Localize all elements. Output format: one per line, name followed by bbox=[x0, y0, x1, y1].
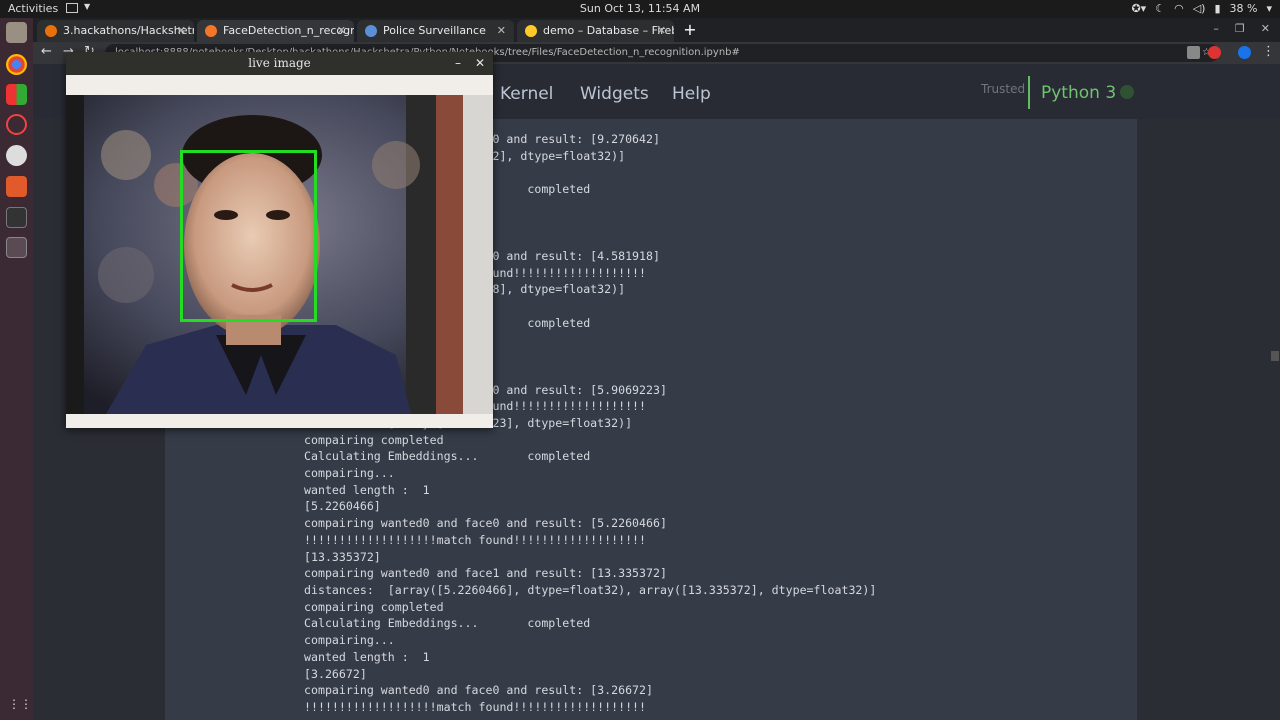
output-line: compairing... bbox=[304, 466, 395, 481]
battery-icon: ▮ bbox=[1214, 2, 1221, 15]
close-window-icon[interactable]: ✕ bbox=[1261, 22, 1270, 35]
system-tray[interactable]: ✪▾ ☾ ◠ ◁) ▮ 38 % ▾ bbox=[1131, 2, 1272, 15]
divider bbox=[1028, 76, 1030, 109]
wifi-icon: ◠ bbox=[1174, 2, 1184, 15]
output-line: compairing wanted0 and face0 and result:… bbox=[304, 516, 667, 531]
new-tab-button[interactable]: + bbox=[681, 21, 699, 39]
output-line: compairing... bbox=[304, 633, 395, 648]
window-title: live image bbox=[248, 56, 311, 70]
tab-title: 3.hackathons/Hackshetra bbox=[63, 24, 194, 37]
close-tab-icon[interactable]: ✕ bbox=[337, 20, 346, 42]
close-tab-icon[interactable]: ✕ bbox=[177, 20, 186, 42]
output-line: !!!!!!!!!!!!!!!!!!!match found!!!!!!!!!!… bbox=[304, 532, 647, 547]
face-detection-box bbox=[180, 150, 317, 322]
live-image-window: live image – ✕ bbox=[66, 52, 493, 428]
output-line: wanted length : 1 bbox=[304, 482, 430, 497]
volume-icon: ◁) bbox=[1192, 2, 1206, 15]
settings-gear-icon[interactable] bbox=[6, 114, 27, 135]
globe-favicon-icon bbox=[365, 25, 377, 37]
output-line: [3.26672] bbox=[304, 666, 367, 681]
app-icon[interactable] bbox=[6, 84, 27, 105]
tab-title: FaceDetection_n_recognit bbox=[223, 24, 354, 37]
menu-kernel[interactable]: Kernel bbox=[500, 84, 553, 104]
profile-avatar-icon[interactable] bbox=[1238, 46, 1251, 59]
tab-police-surveillance[interactable]: Police Surveillance ✕ bbox=[357, 20, 514, 42]
files-manager-icon[interactable] bbox=[6, 22, 27, 43]
terminal-icon[interactable] bbox=[6, 207, 27, 228]
close-tab-icon[interactable]: ✕ bbox=[657, 20, 666, 42]
tab-hackathons[interactable]: 3.hackathons/Hackshetra ✕ bbox=[37, 20, 194, 42]
trusted-indicator[interactable]: Trusted bbox=[981, 82, 1025, 96]
night-light-icon: ☾ bbox=[1155, 2, 1166, 15]
github-favicon-icon bbox=[45, 25, 57, 37]
kernel-name[interactable]: Python 3 bbox=[1041, 83, 1116, 103]
power-menu-icon[interactable]: ▾ bbox=[1266, 2, 1272, 15]
clock[interactable]: Sun Oct 13, 11:54 AM bbox=[0, 2, 1280, 15]
extension-icon[interactable] bbox=[1187, 46, 1200, 59]
close-icon[interactable]: ✕ bbox=[475, 52, 485, 75]
kernel-status-icon bbox=[1120, 85, 1134, 99]
launcher-dock: ⋮⋮⋮ bbox=[0, 18, 44, 720]
minimize-icon[interactable]: – bbox=[455, 52, 461, 75]
live-image-titlebar[interactable]: live image – ✕ bbox=[66, 52, 493, 75]
extension-icon[interactable] bbox=[1208, 46, 1221, 59]
minimize-icon[interactable]: – bbox=[1213, 22, 1219, 35]
camera-frame bbox=[66, 95, 493, 414]
tab-title: demo – Database – Fireba bbox=[543, 24, 674, 37]
output-line: compairing completed bbox=[304, 432, 444, 447]
output-line: Calculating Embeddings... completed bbox=[304, 616, 591, 631]
firebase-favicon-icon bbox=[525, 25, 537, 37]
window-controls: – ❐ ✕ bbox=[1213, 22, 1270, 35]
output-line: [5.2260466] bbox=[304, 499, 381, 514]
system-top-bar: Activities ▼ Sun Oct 13, 11:54 AM ✪▾ ☾ ◠… bbox=[0, 0, 1280, 18]
tab-title: Police Surveillance bbox=[383, 24, 486, 37]
output-line: compairing wanted0 and face1 and result:… bbox=[304, 566, 667, 581]
output-line: compairing completed bbox=[304, 599, 444, 614]
show-applications-icon[interactable]: ⋮⋮⋮ bbox=[8, 696, 44, 713]
output-line: distances: [array([5.2260466], dtype=flo… bbox=[304, 582, 877, 597]
tab-face-detection[interactable]: FaceDetection_n_recognit ✕ bbox=[197, 20, 354, 42]
tab-strip: 3.hackathons/Hackshetra ✕ FaceDetection_… bbox=[33, 18, 1280, 42]
maximize-icon[interactable]: ❐ bbox=[1235, 22, 1245, 35]
menu-help[interactable]: Help bbox=[672, 84, 711, 104]
back-arrow-icon[interactable]: ← bbox=[41, 44, 52, 59]
software-center-icon[interactable] bbox=[6, 176, 27, 197]
scrollbar[interactable] bbox=[1271, 351, 1279, 361]
output-line: Calculating Embeddings... completed bbox=[304, 449, 591, 464]
output-line: compairing wanted0 and face0 and result:… bbox=[304, 683, 654, 698]
tab-firebase[interactable]: demo – Database – Fireba ✕ bbox=[517, 20, 674, 42]
live-image-window-icon[interactable] bbox=[6, 237, 27, 258]
output-line: [13.335372] bbox=[304, 549, 381, 564]
jupyter-favicon-icon bbox=[205, 25, 217, 37]
menu-widgets[interactable]: Widgets bbox=[580, 84, 649, 104]
accessibility-icon[interactable]: ✪▾ bbox=[1131, 2, 1146, 15]
battery-label: 38 % bbox=[1229, 2, 1258, 15]
chrome-icon[interactable] bbox=[6, 54, 27, 75]
camera-app-icon[interactable] bbox=[6, 145, 27, 166]
close-tab-icon[interactable]: ✕ bbox=[497, 20, 506, 42]
output-line: wanted length : 1 bbox=[304, 649, 430, 664]
more-options-icon[interactable]: ⋮ bbox=[1262, 44, 1275, 59]
output-line: !!!!!!!!!!!!!!!!!!!match found!!!!!!!!!!… bbox=[304, 699, 647, 714]
